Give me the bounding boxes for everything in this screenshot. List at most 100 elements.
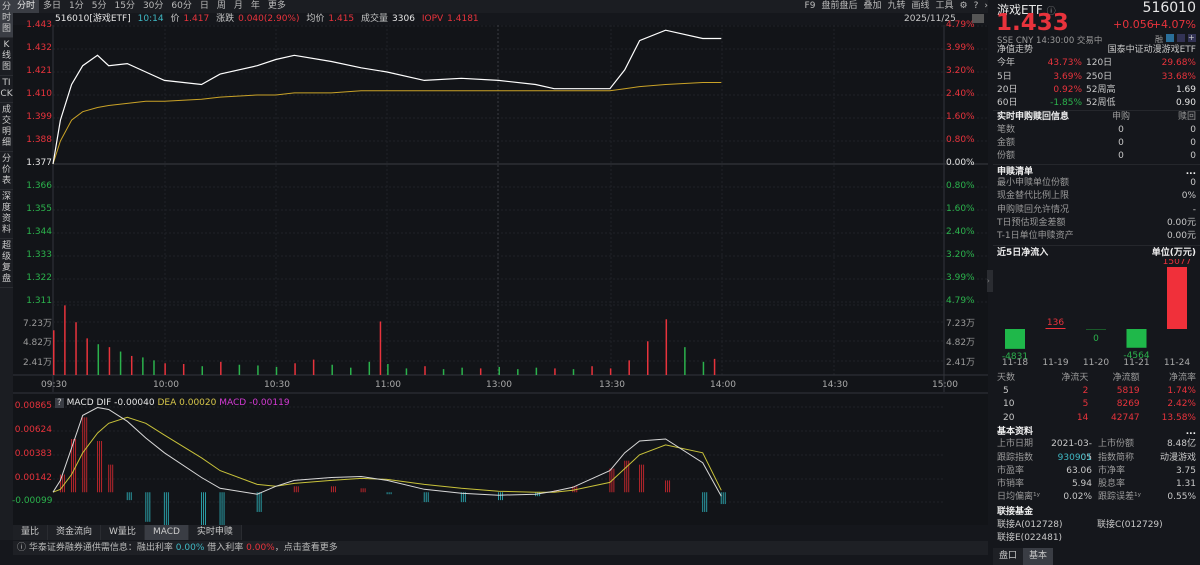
volume-bar xyxy=(220,361,222,375)
more-button[interactable]: ... xyxy=(1186,425,1196,438)
list-header: 申赎清单... xyxy=(993,163,1200,177)
macd-tick: 0.00383 xyxy=(14,449,52,459)
volume-bar xyxy=(628,360,630,375)
price-tick: 1.399 xyxy=(26,112,52,122)
volume-bar xyxy=(182,364,185,375)
basic-row: 市销率 5.94 股息率 1.31 xyxy=(997,479,1196,490)
indicator-tab[interactable]: 资金流向 xyxy=(48,525,102,540)
time-tick: 13:00 xyxy=(486,380,512,390)
time-tick: 15:00 xyxy=(932,380,958,390)
nav-row: 60日 -1.85% 52周低 0.90 xyxy=(997,98,1196,109)
time-tick: 10:30 xyxy=(264,380,290,390)
volume-bar xyxy=(64,305,66,375)
volume-bar xyxy=(275,366,278,375)
volume-bar xyxy=(405,368,408,375)
margin-info-bar[interactable]: ⓘ 华泰证券融券通供需信息：融出利率 0.00% 借入利率 0.00%，点击查看… xyxy=(13,541,988,555)
pct-tick: 2.40% xyxy=(946,89,975,99)
link-fund-c[interactable]: 联接C(012729) xyxy=(1097,519,1163,532)
rt-row: 笔数 0 0 xyxy=(997,124,1196,135)
last-price: 1.433 xyxy=(996,10,1069,36)
creation-list: 最小申赎单位份额 0 现金替代比例上限 0% 申购赎回允许情况 - T日预估现金差额 0.00… xyxy=(993,177,1200,243)
settings-icon[interactable] xyxy=(1177,34,1185,42)
volume-bar xyxy=(554,368,556,375)
volume-bar xyxy=(201,366,203,375)
pct-tick: 0.80% xyxy=(946,135,975,145)
change-pct: +4.07% xyxy=(1151,18,1196,31)
volume-tick: 4.82万 xyxy=(946,338,976,348)
link-fund-e[interactable]: 联接E(022481) xyxy=(997,532,1062,545)
tab-orderbook[interactable]: 盘口 xyxy=(993,548,1024,565)
list-row: T日预估现金差额 0.00元 xyxy=(997,217,1196,228)
price-tick: 1.322 xyxy=(26,273,52,283)
flow-stats: 天数 净流天 净流额 净流率 5 2 5819 1.74% 10 5 8269 2.42% 20 14 42… xyxy=(993,372,1200,425)
pct-tick: 4.79% xyxy=(946,296,975,306)
volume-bar xyxy=(312,359,315,375)
basic-header: 基本资料... xyxy=(997,425,1196,438)
macd-label: MACD xyxy=(219,398,247,408)
indicator-tab[interactable]: 量比 xyxy=(13,525,49,540)
volume-bar xyxy=(424,366,426,375)
right-panel: 游戏ETF ⓘ 516010 1.433 +0.056 +4.07% SSE C… xyxy=(993,0,1200,565)
margin-badge[interactable]: 融 xyxy=(1155,34,1163,45)
msg-mid: 借入利率 xyxy=(207,543,244,553)
price-tick: 1.344 xyxy=(26,227,52,237)
inflow-date: 11-19 xyxy=(1042,358,1068,368)
tab-basic[interactable]: 基本 xyxy=(1023,548,1054,565)
inflow-bar xyxy=(1045,327,1066,329)
volume-bar xyxy=(368,361,371,375)
price-tick: 1.311 xyxy=(26,296,52,306)
net-inflow-chart: -483111-1813611-19011-20-456411-21150771… xyxy=(1002,257,1192,368)
rt-header: 实时申购赎回信息 申购 赎回 xyxy=(993,110,1200,123)
link-row: 联接A(012728) 联接C(012729) xyxy=(993,519,1200,532)
price-tick: 1.333 xyxy=(26,250,52,260)
macd-tick: 0.00865 xyxy=(14,401,52,411)
inflow-date: 11-20 xyxy=(1083,358,1109,368)
pct-tick: 2.40% xyxy=(946,227,975,237)
lend-rate: 0.00% xyxy=(175,543,205,553)
price-tick: 1.366 xyxy=(26,181,52,191)
volume-bar xyxy=(164,363,166,375)
volume-bar xyxy=(294,363,296,375)
pct-tick: 0.80% xyxy=(946,181,975,191)
msg-link[interactable]: ，点击查看更多 xyxy=(275,543,338,553)
edit-icon[interactable] xyxy=(1166,34,1174,42)
volume-bar xyxy=(609,368,612,375)
macd-tick: -0.00099 xyxy=(12,496,53,506)
quote-header: 游戏ETF ⓘ 516010 1.433 +0.056 +4.07% SSE C… xyxy=(993,0,1200,46)
dea-value: 0.00020 xyxy=(179,398,217,408)
volume-tick: 4.82万 xyxy=(22,338,52,348)
time-tick: 14:30 xyxy=(822,380,848,390)
macd-value: -0.00119 xyxy=(249,398,290,408)
pct-tick: 1.60% xyxy=(946,112,975,122)
volume-bar xyxy=(130,355,133,375)
indicator-tab[interactable]: MACD xyxy=(144,525,189,540)
volume-tick: 7.23万 xyxy=(946,319,976,329)
volume-tick: 2.41万 xyxy=(946,358,976,368)
inflow-label: 136 xyxy=(1047,318,1064,328)
volume-bar xyxy=(572,369,575,375)
pct-tick: 0.00% xyxy=(946,158,975,168)
pct-tick: 3.20% xyxy=(946,250,975,260)
help-icon[interactable]: ? xyxy=(55,398,64,408)
indicator-tab[interactable]: 实时申赎 xyxy=(188,525,242,540)
price-tick: 1.410 xyxy=(26,89,52,99)
volume-bar xyxy=(379,321,382,375)
inflow-date: 11-18 xyxy=(1002,358,1028,368)
stats-row: 5 2 5819 1.74% xyxy=(1003,386,1196,397)
inflow-label: 15077 xyxy=(1163,259,1192,267)
volume-bar xyxy=(108,347,111,375)
volume-bar xyxy=(479,368,482,375)
link-header: 联接基金 xyxy=(997,506,1034,517)
inflow-bar xyxy=(1086,328,1106,330)
volume-bar xyxy=(535,367,538,375)
indicator-tab[interactable]: W量比 xyxy=(101,525,145,540)
macd-legend: ? MACD DIF -0.00040 DEA 0.00020 MACD -0.… xyxy=(55,398,290,408)
more-button[interactable]: ... xyxy=(1186,165,1196,177)
stats-row: 20 14 42747 13.58% xyxy=(1003,412,1196,423)
link-fund-a[interactable]: 联接A(012728) xyxy=(997,519,1097,532)
basic-row: 日均偏离¹ʸ 0.02% 跟踪误差¹ʸ 0.55% xyxy=(997,492,1196,503)
volume-bar xyxy=(331,364,333,375)
time-tick: 10:00 xyxy=(153,380,179,390)
intraday-chart[interactable] xyxy=(0,0,990,525)
panel-tools: 融 + xyxy=(1155,33,1196,45)
